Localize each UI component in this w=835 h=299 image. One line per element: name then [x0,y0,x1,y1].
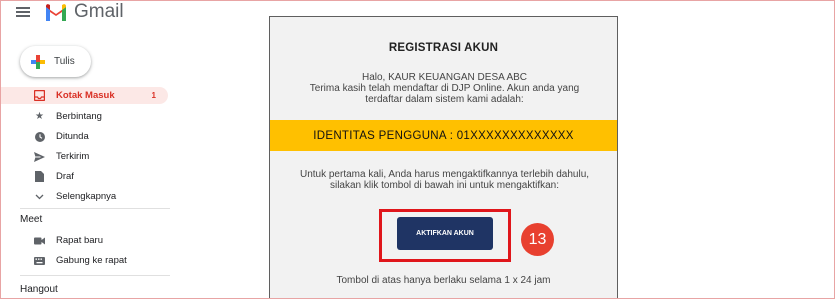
gmail-brand: Gmail [74,1,124,22]
chevron-down-icon [34,191,45,202]
sidebar-item-label: Terkirim [56,151,90,162]
sidebar-item-join-meeting[interactable]: Gabung ke rapat [0,252,168,269]
sidebar-divider [20,275,170,276]
gmail-logo-icon[interactable] [44,3,68,21]
sidebar-item-sent[interactable]: Terkirim [0,148,168,165]
sidebar-item-drafts[interactable]: Draf [0,168,168,185]
sidebar-item-snoozed[interactable]: Ditunda [0,128,168,145]
hangout-section-title: Hangout [20,284,58,295]
highlight-box [379,209,511,262]
unread-count: 1 [151,91,156,100]
email-footer-note: Tombol di atas hanya berlaku selama 1 x … [336,275,551,286]
step-number-badge: 13 [521,223,554,256]
sidebar-divider [20,208,170,209]
greeting-line: terdaftar dalam sistem kami adalah: [365,94,524,105]
sidebar-item-label: Selengkapnya [56,191,117,202]
clock-icon [34,131,45,142]
video-icon [34,235,45,246]
gmail-header: Gmail [16,0,124,24]
identity-banner: IDENTITAS PENGGUNA : 01XXXXXXXXXXXXX [270,120,617,151]
star-icon: ★ [35,111,44,122]
sidebar-item-label: Ditunda [56,131,89,142]
keyboard-icon [34,255,45,266]
email-title: REGISTRASI AKUN [388,42,499,54]
sidebar-item-label: Berbintang [56,111,102,122]
inbox-icon [34,90,45,101]
sidebar-item-starred[interactable]: ★ Berbintang [0,108,168,125]
draft-icon [34,171,45,182]
email-greeting: Halo, KAUR KEUANGAN DESA ABC Terima kasi… [290,72,599,105]
instruction-line: Untuk pertama kali, Anda harus mengaktif… [299,169,590,180]
sidebar-item-label: Draf [56,171,74,182]
sidebar-item-inbox[interactable]: Kotak Masuk 1 [0,87,168,104]
greeting-line: Terima kasih telah mendaftar di DJP Onli… [309,83,580,94]
send-icon [34,151,45,162]
meet-section-title: Meet [20,214,43,225]
instruction-line: silakan klik tombol di bawah ini untuk m… [329,180,559,191]
sidebar-item-label: Gabung ke rapat [56,255,127,266]
gmail-sidebar: Gmail Tulis Kotak Masuk 1 ★ Berbintang D… [0,0,190,299]
menu-icon[interactable] [16,7,30,17]
sidebar-item-more[interactable]: Selengkapnya [0,188,168,205]
compose-label: Tulis [54,56,75,67]
greeting-line: Halo, KAUR KEUANGAN DESA ABC [361,72,528,83]
sidebar-item-label: Rapat baru [56,235,104,246]
sidebar-item-new-meeting[interactable]: Rapat baru [0,232,168,249]
sidebar-item-label: Kotak Masuk [56,90,115,101]
email-instructions: Untuk pertama kali, Anda harus mengaktif… [285,169,604,191]
compose-button[interactable]: Tulis [20,46,91,77]
plus-icon [31,54,45,69]
